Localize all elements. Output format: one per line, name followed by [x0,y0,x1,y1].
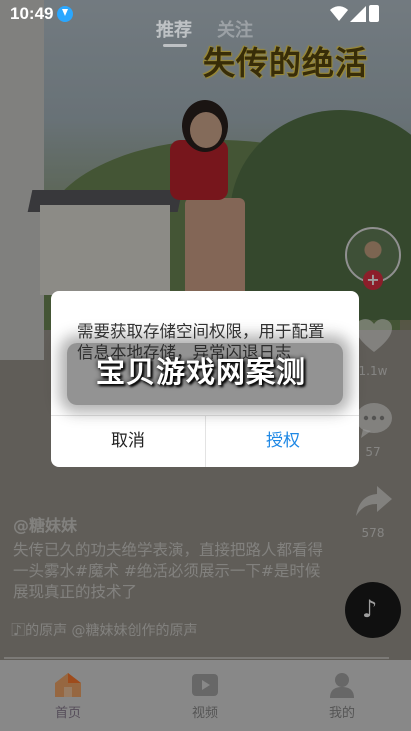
cancel-button[interactable]: 取消 [51,416,205,467]
tab-active-indicator [163,44,187,47]
wifi-icon [330,6,348,21]
tab-follow[interactable]: 关注 [217,16,253,42]
tab-recommend[interactable]: 推荐 [156,16,192,42]
app-screen: 失传的绝活 + 1.1w 57 578 ♪ @糖妹妹 失传已久的功夫绝学表演，直… [0,0,411,731]
battery-icon [369,5,379,22]
grant-button[interactable]: 授权 [206,416,359,467]
watermark: 宝贝游戏网案测 [96,355,307,389]
signal-icon [350,6,366,22]
status-time: 10:49 [10,4,54,23]
download-icon [57,6,73,22]
status-bar: 10:49 [0,0,411,28]
